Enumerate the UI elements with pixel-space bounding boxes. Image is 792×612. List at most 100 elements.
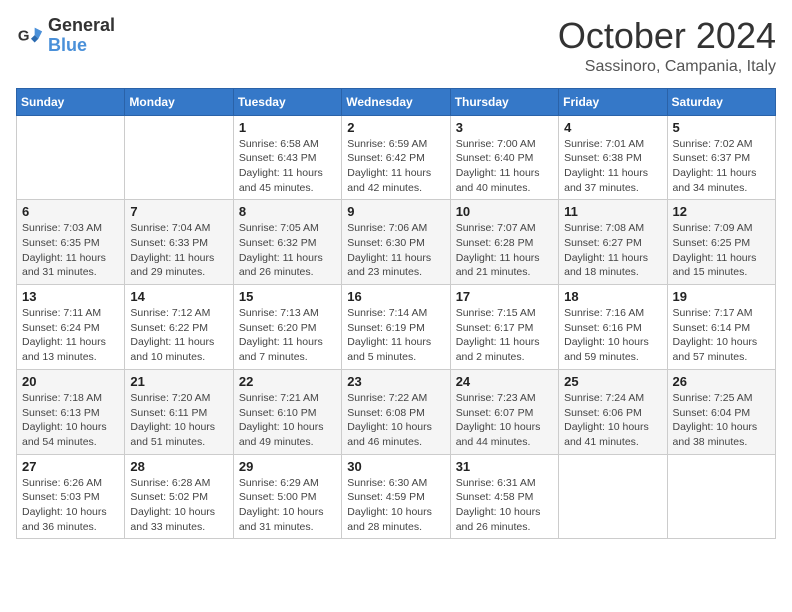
logo-icon: G xyxy=(16,22,44,50)
day-info: Sunrise: 6:31 AM Sunset: 4:58 PM Dayligh… xyxy=(456,476,553,535)
day-number: 24 xyxy=(456,374,553,389)
calendar-cell: 20Sunrise: 7:18 AM Sunset: 6:13 PM Dayli… xyxy=(17,369,125,454)
calendar-cell: 18Sunrise: 7:16 AM Sunset: 6:16 PM Dayli… xyxy=(559,285,667,370)
day-info: Sunrise: 7:12 AM Sunset: 6:22 PM Dayligh… xyxy=(130,306,227,365)
day-info: Sunrise: 7:13 AM Sunset: 6:20 PM Dayligh… xyxy=(239,306,336,365)
calendar-cell: 22Sunrise: 7:21 AM Sunset: 6:10 PM Dayli… xyxy=(233,369,341,454)
day-info: Sunrise: 7:05 AM Sunset: 6:32 PM Dayligh… xyxy=(239,221,336,280)
calendar-header-row: SundayMondayTuesdayWednesdayThursdayFrid… xyxy=(17,88,776,115)
logo-text: General Blue xyxy=(48,16,115,56)
day-number: 22 xyxy=(239,374,336,389)
calendar-cell xyxy=(17,115,125,200)
day-number: 29 xyxy=(239,459,336,474)
day-info: Sunrise: 6:30 AM Sunset: 4:59 PM Dayligh… xyxy=(347,476,444,535)
day-info: Sunrise: 7:15 AM Sunset: 6:17 PM Dayligh… xyxy=(456,306,553,365)
day-info: Sunrise: 7:24 AM Sunset: 6:06 PM Dayligh… xyxy=(564,391,661,450)
month-title: October 2024 xyxy=(558,16,776,56)
day-info: Sunrise: 7:20 AM Sunset: 6:11 PM Dayligh… xyxy=(130,391,227,450)
day-number: 7 xyxy=(130,204,227,219)
day-number: 9 xyxy=(347,204,444,219)
calendar-week-row: 27Sunrise: 6:26 AM Sunset: 5:03 PM Dayli… xyxy=(17,454,776,539)
day-number: 3 xyxy=(456,120,553,135)
weekday-header: Saturday xyxy=(667,88,775,115)
day-info: Sunrise: 7:09 AM Sunset: 6:25 PM Dayligh… xyxy=(673,221,770,280)
calendar-week-row: 13 Sunrise: 7:11 AM Sunset: 6:24 PM Dayli… xyxy=(17,285,776,370)
day-number: 10 xyxy=(456,204,553,219)
calendar-cell: 10 Sunrise: 7:07 AM Sunset: 6:28 PM Dayli… xyxy=(450,200,558,285)
day-info: Sunrise: 7:14 AM Sunset: 6:19 PM Dayligh… xyxy=(347,306,444,365)
day-info: Sunrise: 6:26 AM Sunset: 5:03 PM Dayligh… xyxy=(22,476,119,535)
day-number: 15 xyxy=(239,289,336,304)
calendar-cell: 1 Sunrise: 6:58 AM Sunset: 6:43 PM Daylig… xyxy=(233,115,341,200)
weekday-header: Friday xyxy=(559,88,667,115)
calendar-cell: 30 Sunrise: 6:30 AM Sunset: 4:59 PM Dayli… xyxy=(342,454,450,539)
svg-text:G: G xyxy=(18,27,30,44)
day-number: 30 xyxy=(347,459,444,474)
calendar-cell: 6 Sunrise: 7:03 AM Sunset: 6:35 PM Daylig… xyxy=(17,200,125,285)
calendar-cell xyxy=(667,454,775,539)
day-number: 25 xyxy=(564,374,661,389)
logo: G General Blue xyxy=(16,16,115,56)
day-number: 4 xyxy=(564,120,661,135)
calendar-cell: 26 Sunrise: 7:25 AM Sunset: 6:04 PM Dayli… xyxy=(667,369,775,454)
calendar-cell xyxy=(559,454,667,539)
day-number: 19 xyxy=(673,289,770,304)
calendar-week-row: 1 Sunrise: 6:58 AM Sunset: 6:43 PM Daylig… xyxy=(17,115,776,200)
page-header: G General Blue October 2024 Sassinoro, C… xyxy=(16,16,776,76)
calendar-cell: 24 Sunrise: 7:23 AM Sunset: 6:07 PM Dayli… xyxy=(450,369,558,454)
calendar-cell: 2Sunrise: 6:59 AM Sunset: 6:42 PM Daylig… xyxy=(342,115,450,200)
day-info: Sunrise: 7:06 AM Sunset: 6:30 PM Dayligh… xyxy=(347,221,444,280)
calendar-cell: 23 Sunrise: 7:22 AM Sunset: 6:08 PM Dayli… xyxy=(342,369,450,454)
day-number: 5 xyxy=(673,120,770,135)
day-info: Sunrise: 7:11 AM Sunset: 6:24 PM Dayligh… xyxy=(22,306,119,365)
calendar-cell: 5 Sunrise: 7:02 AM Sunset: 6:37 PM Daylig… xyxy=(667,115,775,200)
calendar-cell: 13 Sunrise: 7:11 AM Sunset: 6:24 PM Dayli… xyxy=(17,285,125,370)
calendar-table: SundayMondayTuesdayWednesdayThursdayFrid… xyxy=(16,88,776,540)
title-block: October 2024 Sassinoro, Campania, Italy xyxy=(558,16,776,76)
day-number: 2 xyxy=(347,120,444,135)
day-number: 6 xyxy=(22,204,119,219)
day-info: Sunrise: 7:17 AM Sunset: 6:14 PM Dayligh… xyxy=(673,306,770,365)
day-info: Sunrise: 6:58 AM Sunset: 6:43 PM Dayligh… xyxy=(239,137,336,196)
day-info: Sunrise: 7:08 AM Sunset: 6:27 PM Dayligh… xyxy=(564,221,661,280)
calendar-cell: 3Sunrise: 7:00 AM Sunset: 6:40 PM Daylig… xyxy=(450,115,558,200)
day-info: Sunrise: 7:01 AM Sunset: 6:38 PM Dayligh… xyxy=(564,137,661,196)
day-info: Sunrise: 7:03 AM Sunset: 6:35 PM Dayligh… xyxy=(22,221,119,280)
day-number: 23 xyxy=(347,374,444,389)
day-number: 12 xyxy=(673,204,770,219)
calendar-cell: 4 Sunrise: 7:01 AM Sunset: 6:38 PM Daylig… xyxy=(559,115,667,200)
day-number: 20 xyxy=(22,374,119,389)
day-number: 13 xyxy=(22,289,119,304)
day-number: 28 xyxy=(130,459,227,474)
calendar-cell: 9 Sunrise: 7:06 AM Sunset: 6:30 PM Daylig… xyxy=(342,200,450,285)
day-info: Sunrise: 7:25 AM Sunset: 6:04 PM Dayligh… xyxy=(673,391,770,450)
day-info: Sunrise: 7:07 AM Sunset: 6:28 PM Dayligh… xyxy=(456,221,553,280)
calendar-cell: 8Sunrise: 7:05 AM Sunset: 6:32 PM Daylig… xyxy=(233,200,341,285)
day-number: 1 xyxy=(239,120,336,135)
weekday-header: Thursday xyxy=(450,88,558,115)
day-info: Sunrise: 6:29 AM Sunset: 5:00 PM Dayligh… xyxy=(239,476,336,535)
calendar-cell: 21Sunrise: 7:20 AM Sunset: 6:11 PM Dayli… xyxy=(125,369,233,454)
calendar-cell: 7Sunrise: 7:04 AM Sunset: 6:33 PM Daylig… xyxy=(125,200,233,285)
calendar-cell xyxy=(125,115,233,200)
calendar-cell: 15 Sunrise: 7:13 AM Sunset: 6:20 PM Dayli… xyxy=(233,285,341,370)
day-number: 17 xyxy=(456,289,553,304)
day-number: 16 xyxy=(347,289,444,304)
day-number: 11 xyxy=(564,204,661,219)
day-number: 26 xyxy=(673,374,770,389)
calendar-cell: 25 Sunrise: 7:24 AM Sunset: 6:06 PM Dayli… xyxy=(559,369,667,454)
calendar-week-row: 20Sunrise: 7:18 AM Sunset: 6:13 PM Dayli… xyxy=(17,369,776,454)
day-number: 18 xyxy=(564,289,661,304)
calendar-cell: 29 Sunrise: 6:29 AM Sunset: 5:00 PM Dayli… xyxy=(233,454,341,539)
calendar-cell: 27Sunrise: 6:26 AM Sunset: 5:03 PM Dayli… xyxy=(17,454,125,539)
weekday-header: Wednesday xyxy=(342,88,450,115)
calendar-cell: 16 Sunrise: 7:14 AM Sunset: 6:19 PM Dayli… xyxy=(342,285,450,370)
day-info: Sunrise: 7:23 AM Sunset: 6:07 PM Dayligh… xyxy=(456,391,553,450)
weekday-header: Sunday xyxy=(17,88,125,115)
day-info: Sunrise: 7:02 AM Sunset: 6:37 PM Dayligh… xyxy=(673,137,770,196)
day-info: Sunrise: 6:28 AM Sunset: 5:02 PM Dayligh… xyxy=(130,476,227,535)
calendar-cell: 12 Sunrise: 7:09 AM Sunset: 6:25 PM Dayli… xyxy=(667,200,775,285)
day-number: 31 xyxy=(456,459,553,474)
weekday-header: Monday xyxy=(125,88,233,115)
day-info: Sunrise: 7:22 AM Sunset: 6:08 PM Dayligh… xyxy=(347,391,444,450)
